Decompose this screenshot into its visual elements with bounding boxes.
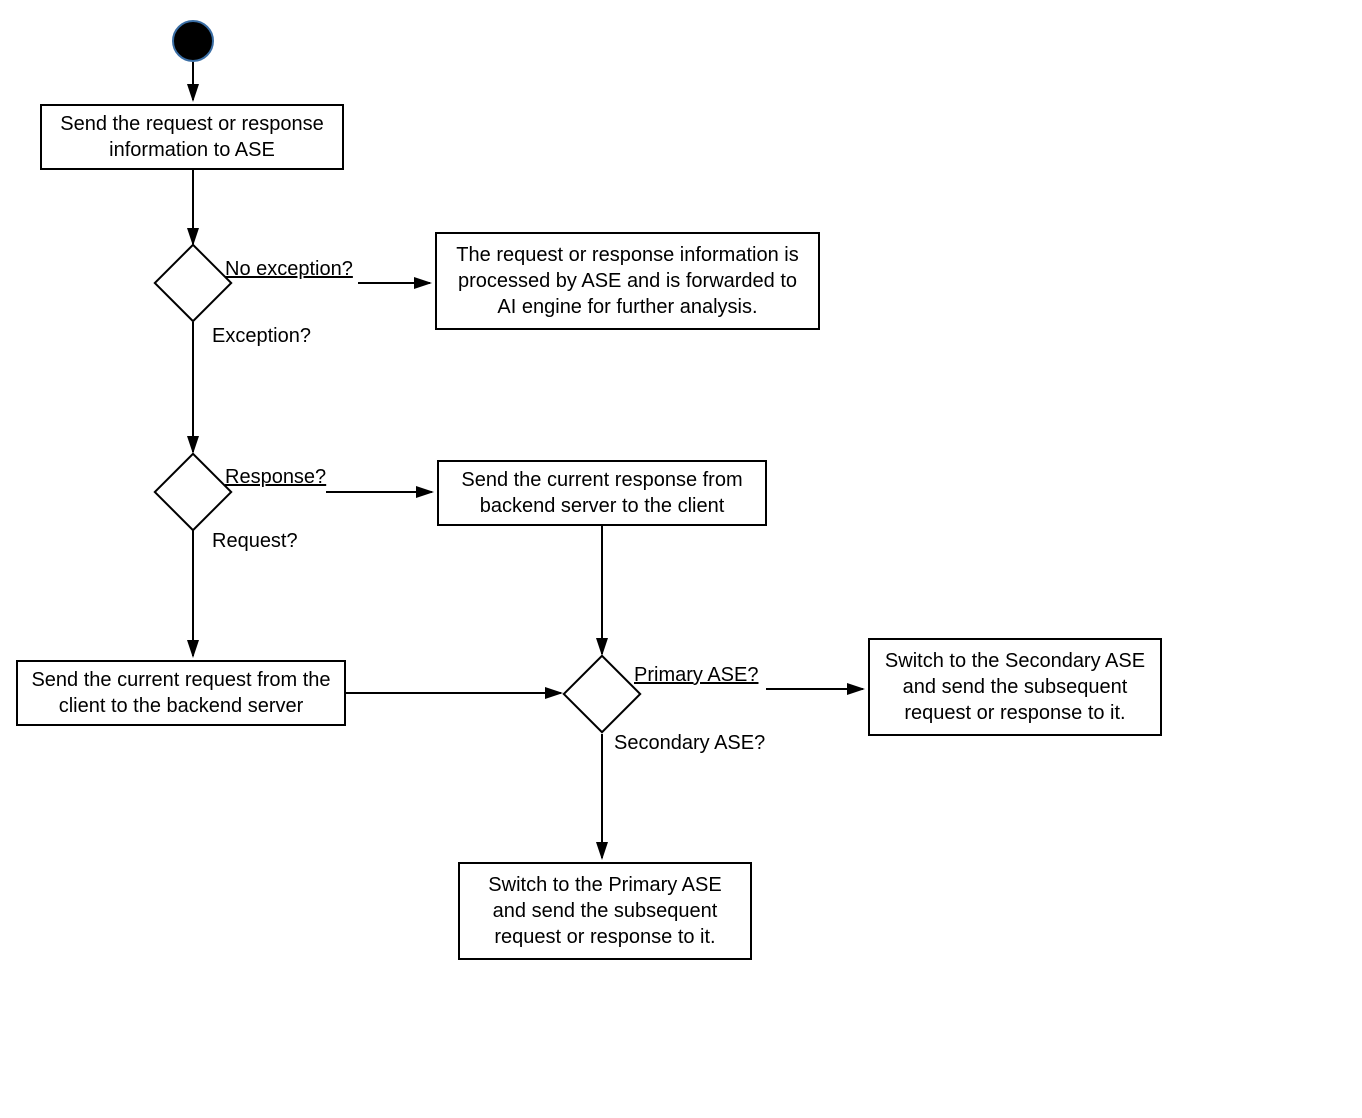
box-send-response-to-client: Send the current response from backend s… — [437, 460, 767, 526]
box-processed-forwarded: The request or response information is p… — [435, 232, 820, 330]
decision-request-response — [153, 452, 232, 531]
box-send-to-ase: Send the request or response information… — [40, 104, 344, 170]
label-primary-ase: Primary ASE? — [634, 664, 758, 687]
box-switch-primary: Switch to the Primary ASE and send the s… — [458, 862, 752, 960]
start-node — [172, 20, 214, 62]
label-no-exception: No exception? — [225, 258, 353, 281]
label-response: Response? — [225, 466, 326, 489]
decision-ase-role — [562, 654, 641, 733]
label-secondary-ase: Secondary ASE? — [614, 732, 765, 755]
label-request: Request? — [212, 530, 298, 553]
label-exception: Exception? — [212, 325, 311, 348]
box-send-request-to-backend: Send the current request from the client… — [16, 660, 346, 726]
decision-exception — [153, 243, 232, 322]
box-switch-secondary: Switch to the Secondary ASE and send the… — [868, 638, 1162, 736]
flowchart-canvas: Send the request or response information… — [0, 0, 1362, 1118]
